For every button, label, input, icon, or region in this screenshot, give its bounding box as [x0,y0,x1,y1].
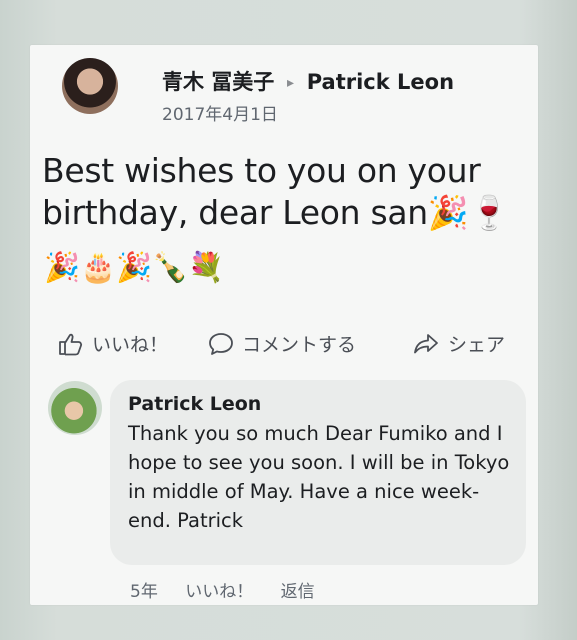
post-emojis: 🎉🎂🎉🍾💐 [44,250,225,284]
post-text: Best wishes to you on your birthday, dea… [42,151,510,232]
comment-like-link[interactable]: いいね！ [185,582,253,602]
author-avatar[interactable] [62,58,118,114]
comment-text: Thank you so much Dear Fumiko and I hope… [128,422,510,532]
commenter-avatar[interactable] [48,381,102,435]
like-label: いいね！ [92,334,169,356]
thumbs-up-icon [59,333,83,355]
post-date[interactable]: 2017年4月1日 [162,100,278,125]
share-label: シェア [448,334,506,356]
comment-bubble-icon [209,332,233,355]
comment-author[interactable]: Patrick Leon [128,393,261,415]
share-button[interactable]: シェア [412,330,505,358]
comment-button[interactable]: コメントする [208,330,356,358]
author-name[interactable]: 青木 冨美子 [162,70,274,94]
comment-time[interactable]: 5年 [130,582,158,602]
post-actions: いいね！ コメントする シェア [58,330,520,360]
comment-reply-link[interactable]: 返信 [281,582,315,602]
like-button[interactable]: いいね！ [58,330,168,358]
share-arrow-icon [414,333,438,353]
comment-meta: 5年 いいね！ 返信 [130,577,337,602]
comment-label: コメントする [242,334,357,356]
post-header: 青木 冨美子 ▸ Patrick Leon [162,66,454,96]
arrow-icon: ▸ [287,75,295,91]
recipient-name[interactable]: Patrick Leon [307,70,454,94]
